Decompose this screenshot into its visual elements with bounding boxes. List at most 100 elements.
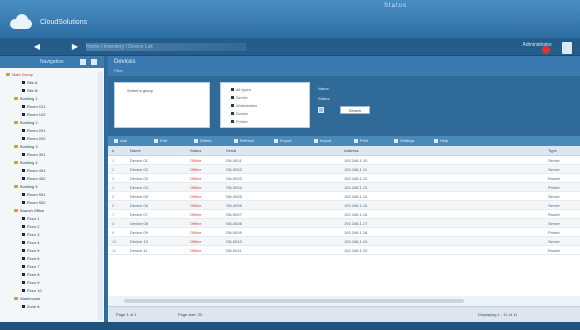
toolbar-button[interactable]: Export: [274, 138, 292, 144]
checkbox-icon[interactable]: [231, 88, 234, 91]
toolbar-button-label: Add: [120, 138, 128, 143]
table-row[interactable]: 3 Device 03 Offline SN-0003 192.168.1.12 Rout…: [108, 174, 580, 183]
table-row[interactable]: 2 Device 02 Offline SN-0002 192.168.1.11 Serv…: [108, 165, 580, 174]
alert-icon[interactable]: [542, 46, 550, 54]
filter-area: Select a group All types Server Workstatio…: [108, 76, 580, 136]
tree-node[interactable]: Site B: [22, 88, 38, 94]
tree-node[interactable]: Room 202: [22, 136, 45, 142]
device-icon: [22, 257, 25, 261]
app-header: CloudSolutions Status: [0, 0, 580, 38]
tree-node[interactable]: Branch Office: [14, 208, 44, 214]
toolbar-button[interactable]: Edit: [154, 138, 167, 144]
table-cell: 11: [112, 248, 117, 253]
tree-node-label: Floor 5: [27, 248, 40, 253]
status-bar: [0, 322, 580, 330]
table-cell: Device 08: [130, 221, 148, 226]
tree-node[interactable]: Room 301: [22, 152, 45, 158]
device-icon: [22, 249, 25, 253]
toolbar-button[interactable]: Settings: [394, 138, 414, 144]
table-row[interactable]: 10 Device 10 Offline SN-0010 192.168.1.19 Ser…: [108, 237, 580, 246]
table-row[interactable]: 6 Device 06 Offline SN-0006 192.168.1.15 Serv…: [108, 201, 580, 210]
toolbar-button[interactable]: Help: [434, 138, 448, 144]
search-icon[interactable]: [318, 107, 324, 113]
expand-icon[interactable]: [80, 59, 86, 65]
tree-node[interactable]: Floor 9: [22, 280, 39, 286]
type-filter-box[interactable]: All types Server Workstation Router Printer: [220, 82, 310, 128]
table-row[interactable]: 9 Device 09 Offline SN-0009 192.168.1.18 Prin…: [108, 228, 580, 237]
type-option[interactable]: Server: [231, 95, 248, 100]
tree-node[interactable]: Floor 4: [22, 240, 39, 246]
tree-node[interactable]: Room 401: [22, 168, 45, 174]
back-icon[interactable]: ◀: [32, 42, 42, 52]
toolbar-button-label: Settings: [400, 138, 415, 143]
device-icon: [22, 153, 25, 157]
column-header[interactable]: Address: [344, 148, 359, 153]
table-row[interactable]: 4 Device 04 Offline SN-0004 192.168.1.13 Prin…: [108, 183, 580, 192]
tree-node[interactable]: Room 402: [22, 176, 45, 182]
tree-node[interactable]: Room 502: [22, 200, 45, 206]
tree-node[interactable]: Floor 7: [22, 264, 39, 270]
tree-node[interactable]: Floor 2: [22, 224, 39, 230]
tree-scrollbar[interactable]: [98, 72, 103, 320]
toolbar-button[interactable]: Add: [114, 138, 127, 144]
filter-input[interactable]: Search: [340, 106, 370, 114]
column-header[interactable]: #: [112, 148, 114, 153]
type-option[interactable]: Printer: [231, 119, 248, 124]
checkbox-icon[interactable]: [231, 104, 234, 107]
tree-node-label: Floor 1: [27, 216, 40, 221]
tree-node[interactable]: Room 101: [22, 104, 45, 110]
collapse-icon[interactable]: [91, 59, 97, 65]
tree-node-label: Floor 9: [27, 280, 40, 285]
table-row[interactable]: 1 Device 01 Offline SN-0001 192.168.1.10 Serv…: [108, 156, 580, 165]
tree-node[interactable]: Zone A: [22, 304, 40, 310]
table-row[interactable]: 8 Device 08 Offline SN-0008 192.168.1.17 Serv…: [108, 219, 580, 228]
type-option[interactable]: All types: [231, 87, 251, 92]
checkbox-icon[interactable]: [231, 112, 234, 115]
type-option[interactable]: Workstation: [231, 103, 257, 108]
tree-node[interactable]: Building 4: [14, 160, 38, 166]
checkbox-icon[interactable]: [231, 96, 234, 99]
column-header[interactable]: Serial: [226, 148, 236, 153]
column-header[interactable]: Name: [130, 148, 141, 153]
tree-node[interactable]: Building 2: [14, 120, 38, 126]
group-filter-box[interactable]: Select a group: [114, 82, 210, 128]
tree-node[interactable]: Floor 1: [22, 216, 39, 222]
logout-icon[interactable]: [562, 42, 572, 54]
pager-size[interactable]: Page size: 20: [178, 312, 202, 317]
table-cell: Device 05: [130, 194, 148, 199]
table-cell: SN-0008: [226, 221, 242, 226]
tree-node[interactable]: Building 3: [14, 144, 38, 150]
tree-node[interactable]: Room 102: [22, 112, 45, 118]
left-panel-header: Navigation: [0, 56, 104, 68]
tree-node[interactable]: Main Group: [6, 72, 33, 78]
tree-node[interactable]: Floor 5: [22, 248, 39, 254]
tree-node[interactable]: Room 501: [22, 192, 45, 198]
table-row[interactable]: 5 Device 05 Offline SN-0005 192.168.1.14 Serv…: [108, 192, 580, 201]
horizontal-scrollbar[interactable]: [124, 299, 464, 303]
type-option-label: Printer: [236, 119, 248, 124]
table-cell: 1: [112, 158, 115, 163]
tree-node[interactable]: Floor 8: [22, 272, 39, 278]
checkbox-icon[interactable]: [231, 120, 234, 123]
table-row[interactable]: 11 Device 11 Offline SN-0011 192.168.1.20 Rou…: [108, 246, 580, 255]
column-header[interactable]: Status: [190, 148, 201, 153]
type-option[interactable]: Router: [231, 111, 248, 116]
tree-node[interactable]: Site A: [22, 80, 37, 86]
toolbar-button[interactable]: Refresh: [234, 138, 254, 144]
table-cell: Router: [548, 212, 561, 217]
toolbar-button[interactable]: Delete: [194, 138, 212, 144]
toolbar-button[interactable]: Print: [354, 138, 368, 144]
toolbar-button-label: Print: [360, 138, 369, 143]
device-icon: [22, 225, 25, 229]
tree-node[interactable]: Building 1: [14, 96, 38, 102]
table-row[interactable]: 7 Device 07 Offline SN-0007 192.168.1.16 Rout…: [108, 210, 580, 219]
toolbar-button[interactable]: Import: [314, 138, 331, 144]
tree-node[interactable]: Building 5: [14, 184, 38, 190]
tree-node[interactable]: Floor 3: [22, 232, 39, 238]
column-header[interactable]: Type: [548, 148, 557, 153]
tree-node[interactable]: Floor 6: [22, 256, 39, 262]
tree-node[interactable]: Warehouse: [14, 296, 40, 302]
tree-node[interactable]: Room 201: [22, 128, 45, 134]
tree-node[interactable]: Floor 10: [22, 288, 42, 294]
forward-icon[interactable]: ▶: [70, 42, 80, 52]
